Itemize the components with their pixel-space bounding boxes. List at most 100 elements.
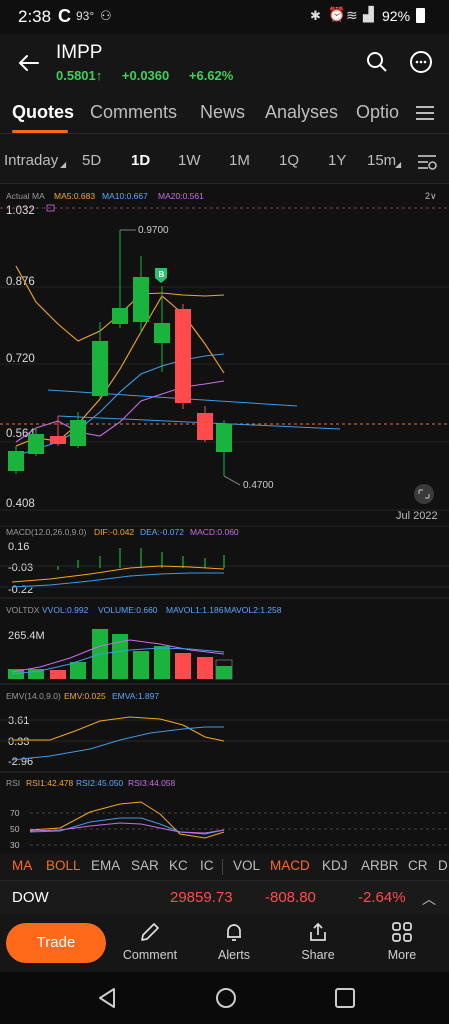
indicator-sar[interactable]: SAR	[131, 858, 159, 873]
candle[interactable]	[197, 413, 213, 440]
nav-recents-icon[interactable]	[334, 987, 356, 1009]
alarm-icon: ⏰	[328, 6, 346, 22]
y-tick: 0.720	[6, 353, 35, 365]
price-change: +0.0360	[121, 68, 170, 83]
section-tabs: Quotes Comments News Analyses Optio	[0, 92, 449, 134]
bell-icon	[227, 924, 241, 941]
bottom-action-bar: Trade Comment Alerts Share More	[0, 914, 449, 972]
alerts-button[interactable]: Alerts	[199, 920, 269, 962]
tab-comments[interactable]: Comments	[90, 102, 177, 123]
ma10-legend: MA10:0.667	[102, 191, 148, 201]
high-label: 0.9700	[138, 225, 169, 236]
indicator-cr[interactable]: CR	[408, 858, 428, 873]
chart-settings-icon[interactable]	[416, 153, 438, 171]
period-intraday[interactable]: Intraday	[4, 152, 58, 169]
candle[interactable]	[92, 341, 108, 396]
bluetooth-icon: ✱	[310, 8, 321, 23]
period-1y[interactable]: 1Y	[328, 152, 346, 169]
candle[interactable]	[70, 420, 86, 446]
candle[interactable]	[112, 308, 128, 324]
comment-label: Comment	[122, 948, 178, 962]
alerts-label: Alerts	[218, 948, 250, 962]
chevron-up-icon[interactable]: ︿	[422, 889, 436, 909]
period-1m[interactable]: 1M	[229, 152, 250, 169]
rsi3-legend: RSI3:44.058	[128, 778, 176, 788]
nav-home-icon[interactable]	[214, 986, 238, 1010]
indicator-ma[interactable]: MA	[12, 858, 32, 873]
period-5d[interactable]: 5D	[82, 152, 101, 169]
indicator-boll[interactable]: BOLL	[46, 858, 81, 873]
candle[interactable]	[28, 434, 44, 454]
back-arrow-icon[interactable]	[14, 48, 44, 78]
more-button[interactable]: More	[367, 920, 437, 962]
indicator-kc[interactable]: KC	[169, 858, 188, 873]
emv-y-tick: 3.61	[8, 715, 29, 727]
chart-area[interactable]: Actual MA MA5:0.683 MA10:0.667 MA20:0.56…	[0, 184, 449, 854]
candle[interactable]	[8, 451, 24, 471]
index-ticker-dow[interactable]: DOW 29859.73 -808.80 -2.64% ︿	[0, 880, 449, 914]
rsi2-line	[29, 817, 225, 835]
tab-news[interactable]: News	[200, 102, 245, 123]
indicator-vol[interactable]: VOL	[233, 858, 260, 873]
vvol-legend: VVOL:0.992	[42, 605, 89, 615]
emv-value-legend: EMV:0.025	[64, 691, 106, 701]
indicator-arbr[interactable]: ARBR	[361, 858, 399, 873]
menu-icon[interactable]	[414, 104, 436, 122]
macd-dif-legend: DIF:-0.042	[94, 527, 134, 537]
ma5-legend: MA5:0.683	[54, 191, 95, 201]
emv-legend-label: EMV(14.0,9.0)	[6, 691, 61, 701]
search-icon[interactable]	[365, 50, 389, 74]
dropdown-icon: ◢	[395, 160, 402, 169]
battery-icon	[416, 8, 425, 23]
mavol2-legend: MAVOL2:1.258	[224, 605, 282, 615]
layout-toggle[interactable]: 2∨	[425, 191, 437, 201]
nav-back-icon[interactable]	[96, 986, 118, 1010]
tab-analyses[interactable]: Analyses	[265, 102, 338, 123]
macd-histogram	[57, 548, 225, 570]
share-button[interactable]: Share	[283, 920, 353, 962]
indicator-ema[interactable]: EMA	[91, 858, 120, 873]
trade-button[interactable]: Trade	[6, 923, 106, 963]
ticker-symbol: IMPP	[56, 42, 103, 63]
period-1d[interactable]: 1D	[131, 152, 150, 169]
y-tick: 0.408	[6, 498, 35, 510]
macd-value-legend: MACD:0.060	[190, 527, 239, 537]
macd-y-tick: 0.16	[8, 541, 29, 553]
low-label: 0.4700	[243, 480, 274, 491]
reset-zoom-icon[interactable]	[414, 484, 434, 504]
accessibility-icon: ⚇	[100, 8, 112, 23]
share-icon	[310, 922, 326, 941]
period-1w[interactable]: 1W	[178, 152, 201, 169]
system-nav-bar	[0, 972, 449, 1024]
chat-icon[interactable]	[409, 50, 433, 74]
rsi-y-tick: 70	[10, 808, 20, 818]
trend-line	[47, 389, 298, 407]
rsi1-legend: RSI1:42.478	[26, 778, 74, 788]
grid-icon	[392, 922, 412, 942]
candle[interactable]	[175, 309, 191, 403]
comment-button[interactable]: Comment	[115, 920, 185, 962]
low-pointer	[223, 475, 241, 486]
indicator-macd[interactable]: MACD	[270, 858, 310, 873]
active-tab-indicator	[12, 130, 68, 133]
tab-quotes[interactable]: Quotes	[12, 102, 74, 123]
index-value: 29859.73	[170, 889, 233, 906]
period-1q[interactable]: 1Q	[279, 152, 299, 169]
volume-bar	[133, 651, 149, 679]
tab-options[interactable]: Optio	[356, 102, 402, 123]
candle[interactable]	[50, 436, 66, 444]
status-temperature: 93°	[76, 9, 95, 23]
candle[interactable]	[216, 424, 232, 452]
indicator-kdj[interactable]: KDJ	[322, 858, 348, 873]
indicator-ic[interactable]: IC	[200, 858, 214, 873]
indicator-more[interactable]: D	[438, 858, 449, 873]
period-15m[interactable]: 15m	[367, 152, 396, 169]
rsi-legend-label: RSI	[6, 778, 20, 788]
candle[interactable]	[133, 277, 149, 322]
candle[interactable]	[154, 323, 170, 343]
pencil-icon	[141, 923, 159, 941]
stock-chart-svg[interactable]: Actual MA MA5:0.683 MA10:0.667 MA20:0.56…	[0, 184, 449, 854]
last-price: 0.5801↑	[56, 68, 103, 83]
wifi-icon: ≋	[346, 7, 358, 23]
status-time: 2:38	[18, 7, 52, 26]
